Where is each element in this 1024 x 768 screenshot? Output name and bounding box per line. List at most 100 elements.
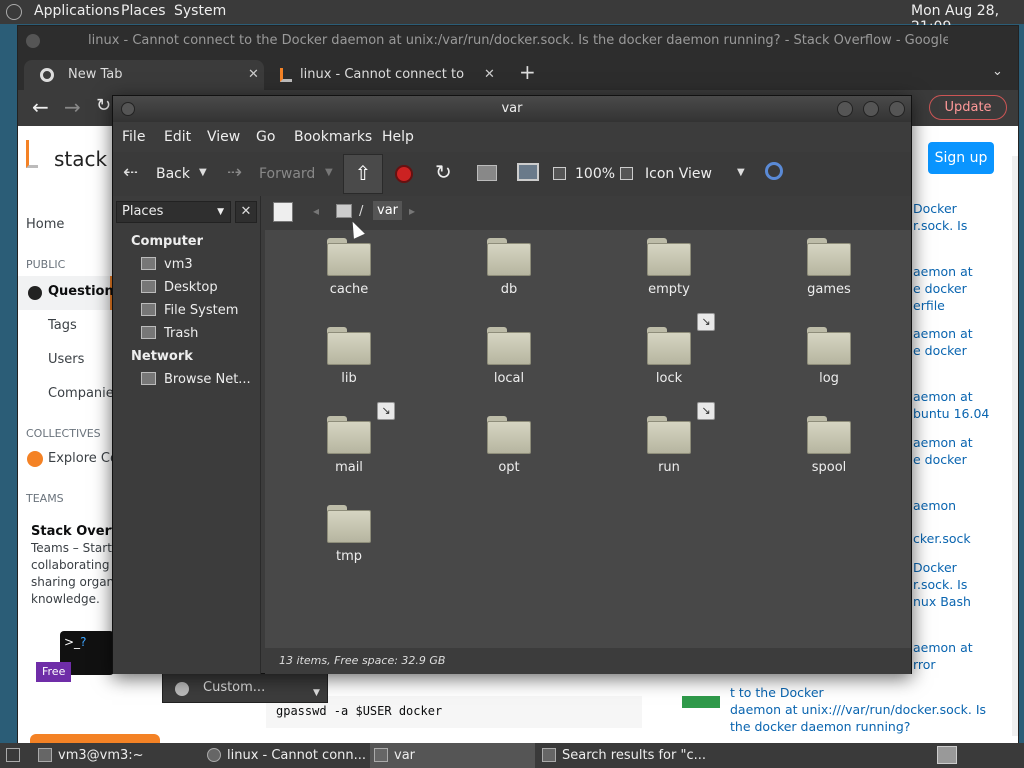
sidebar-item-browse-network[interactable]: Browse Net... — [141, 372, 251, 387]
folder-item[interactable]: ↘ run — [609, 402, 729, 475]
gnome-foot-icon[interactable] — [6, 4, 22, 20]
applications-menu[interactable]: Applications — [34, 3, 120, 19]
folder-item[interactable]: lib — [289, 327, 409, 386]
sidebar-item-desktop[interactable]: Desktop — [141, 280, 218, 295]
close-sidebar-icon[interactable]: ✕ — [235, 201, 257, 223]
view-mode-select[interactable]: Icon View — [645, 166, 712, 182]
tab-search-chevron-icon[interactable]: ⌄ — [992, 64, 1003, 79]
zoom-in-icon[interactable] — [620, 167, 633, 180]
system-menu[interactable]: System — [174, 3, 226, 19]
chrome-titlebar[interactable]: linux - Cannot connect to the Docker dae… — [18, 26, 1018, 56]
forward-history-arrow-icon[interactable]: ▼ — [325, 167, 333, 178]
window-menu-icon[interactable] — [121, 102, 135, 116]
reload-icon[interactable]: ↻ — [96, 95, 111, 116]
related-link[interactable]: t to the Docker daemon at unix:///var/ru… — [730, 684, 986, 735]
sidebar-item-label: Browse Net... — [164, 372, 251, 387]
related-link[interactable]: Docker r.sock. Is — [913, 200, 967, 234]
related-link[interactable]: aemon at e docker — [913, 434, 973, 468]
folder-item[interactable]: log — [769, 327, 889, 386]
forward-button[interactable]: Forward — [259, 166, 315, 182]
path-left-arrow-icon[interactable]: ◂ — [313, 204, 319, 218]
maximize-icon[interactable] — [863, 101, 879, 117]
stop-icon[interactable] — [395, 165, 413, 183]
reload-icon[interactable]: ↻ — [435, 160, 452, 184]
view-mode-arrow-icon[interactable]: ▼ — [737, 167, 745, 178]
computer-icon[interactable] — [517, 163, 539, 181]
nav-companies[interactable]: Companies — [48, 386, 121, 401]
folder-item[interactable]: cache — [289, 238, 409, 297]
related-link[interactable]: aemon at e docker erfile — [913, 263, 973, 314]
related-link[interactable]: aemon at buntu 16.04 — [913, 388, 989, 422]
nav-users[interactable]: Users — [48, 352, 84, 367]
folder-item[interactable]: tmp — [289, 505, 409, 564]
workspace-switcher-icon[interactable] — [937, 746, 957, 764]
related-link[interactable]: Docker r.sock. Is nux Bash — [913, 559, 971, 610]
fm-titlebar[interactable]: var — [113, 96, 911, 122]
back-arrow-icon[interactable]: ⇠ — [123, 162, 138, 183]
folder-item[interactable]: empty — [609, 238, 729, 297]
window-menu-icon[interactable] — [26, 34, 40, 48]
menu-help[interactable]: Help — [382, 129, 414, 145]
task-file-manager[interactable]: var — [370, 743, 535, 768]
show-desktop-icon[interactable] — [6, 748, 20, 762]
update-button[interactable]: Update — [929, 95, 1007, 120]
nav-home[interactable]: Home — [26, 217, 64, 232]
places-menu[interactable]: Places — [121, 3, 166, 19]
minimize-icon[interactable] — [837, 101, 853, 117]
stackoverflow-logo-icon[interactable] — [26, 140, 38, 168]
task-search[interactable]: Search results for "c... — [538, 743, 708, 768]
signup-button[interactable]: Sign up — [928, 142, 994, 174]
task-terminal[interactable]: vm3@vm3:~ — [34, 743, 194, 768]
menu-view[interactable]: View — [207, 129, 240, 145]
home-icon[interactable] — [477, 165, 497, 181]
task-chrome[interactable]: linux - Cannot conn... — [203, 743, 368, 768]
folder-item[interactable]: games — [769, 238, 889, 297]
tab-stackoverflow[interactable]: linux - Cannot connect to the D ✕ — [268, 60, 500, 90]
sidebar-item-filesystem[interactable]: File System — [141, 303, 238, 318]
back-button[interactable]: Back — [156, 166, 190, 182]
search-icon[interactable] — [765, 162, 783, 180]
folder-item[interactable]: spool — [769, 416, 889, 475]
menu-file[interactable]: File — [122, 129, 145, 145]
forward-arrow-icon[interactable]: ⇢ — [227, 162, 242, 183]
menu-bookmarks[interactable]: Bookmarks — [294, 129, 372, 145]
forward-arrow-icon[interactable]: → — [64, 95, 81, 119]
sidebar-item-trash[interactable]: Trash — [141, 326, 198, 341]
close-tab-icon[interactable]: ✕ — [248, 60, 259, 90]
folder-icon — [807, 238, 851, 276]
path-button-var[interactable]: var — [373, 201, 403, 220]
sidebar-item-vm3[interactable]: vm3 — [141, 257, 193, 272]
places-selector[interactable]: Places ▼ — [116, 201, 231, 223]
folder-item[interactable]: opt — [449, 416, 569, 475]
zoom-out-icon[interactable] — [553, 167, 566, 180]
related-link[interactable]: aemon at rror — [913, 639, 973, 673]
new-tab-button[interactable]: + — [519, 60, 536, 84]
fm-icon-view: cache db empty games lib local ↘ lock log ↘ mail op… — [265, 230, 911, 648]
path-right-arrow-icon[interactable]: ▸ — [409, 204, 415, 218]
folder-item[interactable]: ↘ lock — [609, 313, 729, 386]
related-link[interactable]: aemon at e docker — [913, 325, 973, 359]
custom-dropdown[interactable]: Custom... ▼ — [162, 673, 328, 703]
edit-location-icon[interactable] — [273, 202, 293, 222]
menu-go[interactable]: Go — [256, 129, 275, 145]
close-tab-icon[interactable]: ✕ — [484, 60, 495, 90]
folder-item[interactable]: db — [449, 238, 569, 297]
up-arrow-icon[interactable]: ⇧ — [343, 154, 383, 194]
tab-new-tab[interactable]: New Tab ✕ — [24, 60, 264, 90]
menu-edit[interactable]: Edit — [164, 129, 191, 145]
related-link[interactable]: cker.sock — [913, 530, 971, 547]
nav-tags[interactable]: Tags — [48, 318, 77, 333]
folder-item[interactable]: local — [449, 327, 569, 386]
page-scrollbar[interactable] — [1012, 156, 1018, 736]
related-link[interactable]: aemon — [913, 497, 956, 514]
root-drive-icon[interactable] — [336, 204, 352, 218]
back-history-arrow-icon[interactable]: ▼ — [199, 167, 207, 178]
folder-icon — [487, 327, 531, 365]
folder-icon: ↘ — [647, 313, 715, 365]
nav-explore-collectives[interactable]: Explore Co — [48, 451, 118, 466]
nav-questions-active[interactable]: Questions — [18, 276, 121, 310]
stackoverflow-icon — [280, 68, 292, 82]
back-arrow-icon[interactable]: ← — [32, 95, 49, 119]
close-window-icon[interactable] — [889, 101, 905, 117]
folder-item[interactable]: ↘ mail — [289, 402, 409, 475]
